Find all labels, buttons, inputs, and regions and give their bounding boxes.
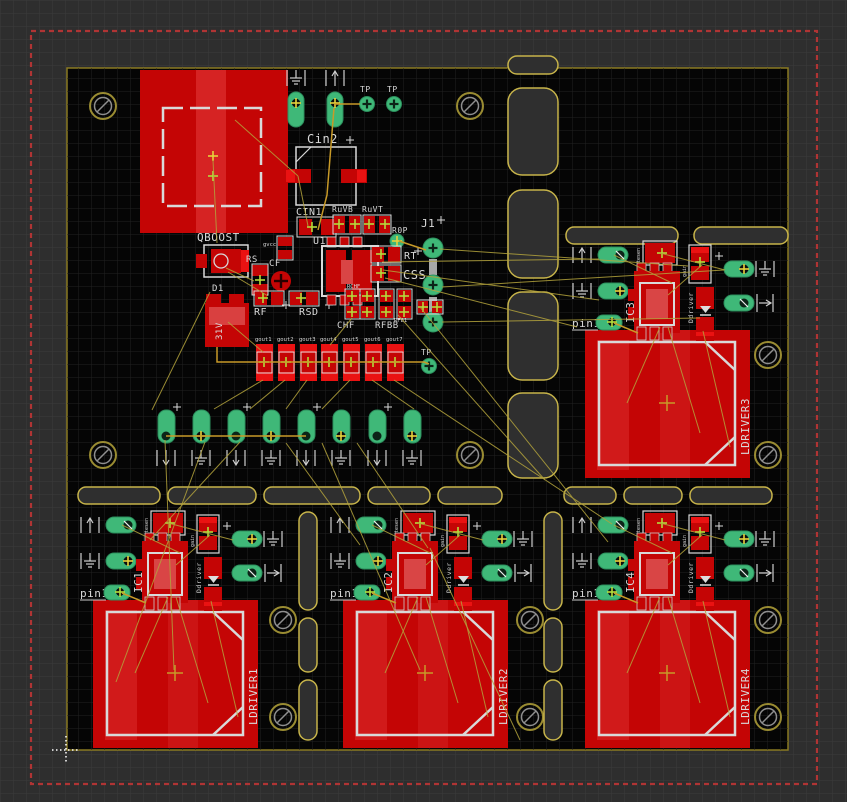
pcb-layout[interactable]: QBOOST D1 31V RS CF RF — [0, 0, 847, 802]
label-gain: gain — [440, 535, 446, 547]
label-gain: gain — [682, 535, 688, 547]
svg-text:gout1: gout1 — [255, 337, 272, 343]
label-ddriver: Ddriver — [687, 562, 695, 593]
svg-text:gout3: gout3 — [299, 337, 316, 343]
label-ruvb: RuVB — [332, 205, 353, 214]
label-ic1: IC1 — [132, 572, 145, 593]
label-gvcc: gvcc — [263, 242, 276, 248]
label-tp3: TP — [421, 348, 432, 357]
label-css: CSS — [403, 268, 426, 282]
label-r0p: R0P — [392, 226, 408, 235]
label-ldriver2: LDRIVER2 — [497, 668, 510, 725]
label-gain: gain — [190, 535, 196, 547]
label-cin1: CIN1 — [296, 207, 322, 218]
pcb-editor-canvas[interactable]: QBOOST D1 31V RS CF RF — [0, 0, 847, 802]
label-ruvt: RuVT — [362, 205, 383, 214]
label-j1: J1 — [421, 217, 435, 230]
label-rsd: RSD — [299, 307, 319, 318]
component-qboost-pad[interactable] — [140, 70, 288, 233]
svg-text:gout2: gout2 — [277, 337, 294, 343]
label-ic3: IC3 — [624, 302, 637, 323]
component-css[interactable]: CSS — [371, 265, 426, 282]
label-d1: D1 — [212, 284, 224, 294]
label-rf: RF — [254, 307, 267, 318]
svg-text:gout6: gout6 — [364, 337, 381, 343]
label-gain: gain — [682, 265, 688, 277]
label-d1-value: 31V — [215, 322, 225, 340]
label-qboost: QBOOST — [197, 231, 240, 244]
label-ic4: IC4 — [624, 572, 637, 593]
label-tp2: TP — [387, 85, 398, 94]
label-ddriver: Ddriver — [195, 562, 203, 593]
svg-text:gout5: gout5 — [342, 337, 359, 343]
label-tp1: TP — [360, 85, 371, 94]
label-cin2: Cin2 — [307, 132, 338, 146]
label-rt: RT — [404, 251, 417, 262]
svg-text:gout7: gout7 — [386, 337, 403, 343]
label-ldriver1: LDRIVER1 — [247, 668, 260, 725]
label-ic2: IC2 — [382, 572, 395, 593]
label-ldriver3: LDRIVER3 — [739, 398, 752, 455]
label-ldriver4: LDRIVER4 — [739, 668, 752, 725]
